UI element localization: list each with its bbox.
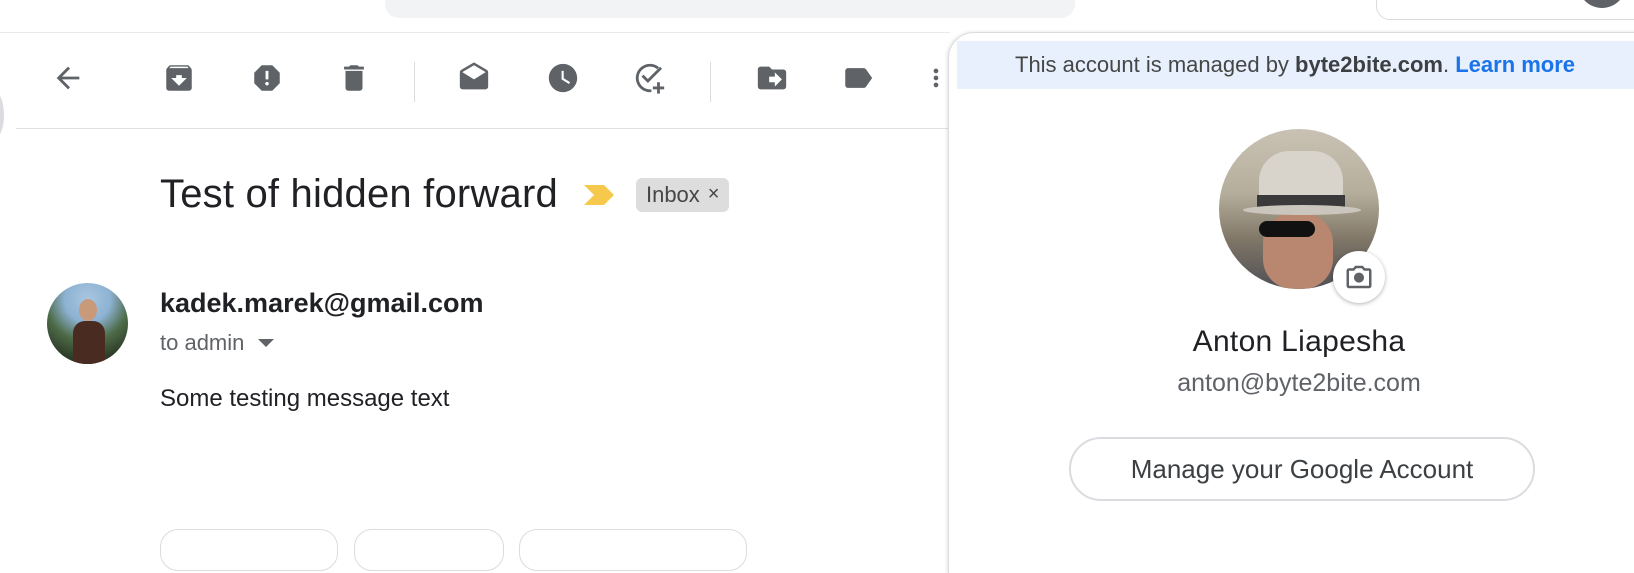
- banner-prefix: This account is managed by: [1015, 52, 1296, 77]
- account-popup: This account is managed by byte2bite.com…: [948, 32, 1634, 573]
- snooze-icon: [548, 63, 578, 93]
- more-button[interactable]: [922, 56, 950, 100]
- message-toolbar: [0, 52, 950, 112]
- move-to-button[interactable]: [750, 56, 794, 100]
- banner-domain: byte2bite.com: [1295, 52, 1443, 77]
- label-chip-inbox: Inbox ×: [635, 177, 730, 212]
- header-divider: [0, 32, 950, 33]
- email-subject: Test of hidden forward: [160, 172, 558, 216]
- label-icon: [845, 68, 873, 88]
- label-chip-text: Inbox: [645, 181, 700, 207]
- managed-account-banner: This account is managed by byte2bite.com…: [957, 41, 1634, 89]
- move-to-icon: [757, 66, 787, 90]
- mark-unread-button[interactable]: [452, 56, 496, 100]
- toolbar-separator: [710, 62, 711, 102]
- avatar-hat-brim-shape: [1243, 205, 1361, 215]
- chevron-down-icon[interactable]: [258, 339, 275, 347]
- back-button[interactable]: [46, 56, 90, 100]
- report-spam-icon: [254, 65, 280, 91]
- forward-button[interactable]: [519, 529, 747, 571]
- remove-label-icon[interactable]: ×: [708, 183, 720, 206]
- add-to-tasks-button[interactable]: [628, 56, 672, 100]
- recipients-line[interactable]: to admin: [160, 330, 275, 356]
- sender-email[interactable]: kadek.marek@gmail.com: [160, 288, 484, 319]
- learn-more-link[interactable]: Learn more: [1455, 52, 1575, 78]
- search-bar[interactable]: [385, 0, 1075, 18]
- add-to-tasks-icon: [635, 63, 665, 94]
- mark-unread-icon: [459, 62, 489, 90]
- sender-avatar[interactable]: [47, 283, 128, 364]
- snooze-button[interactable]: [541, 56, 585, 100]
- delete-button[interactable]: [332, 56, 376, 100]
- change-photo-button[interactable]: [1333, 251, 1385, 303]
- toolbar-divider: [16, 128, 950, 129]
- banner-suffix: .: [1442, 52, 1456, 77]
- reply-all-button[interactable]: [354, 529, 504, 571]
- avatar-glasses-shape: [1259, 221, 1315, 237]
- toolbar-separator: [414, 62, 415, 102]
- delete-icon: [344, 65, 364, 91]
- account-email: anton@byte2bite.com: [1177, 369, 1421, 397]
- archive-button[interactable]: [157, 56, 201, 100]
- back-arrow-icon: [56, 66, 80, 90]
- email-body: Some testing message text: [160, 385, 450, 412]
- reply-button[interactable]: [160, 529, 338, 571]
- manage-account-button[interactable]: Manage your Google Account: [1069, 437, 1535, 501]
- archive-icon: [166, 65, 192, 91]
- importance-marker-icon[interactable]: [582, 183, 616, 207]
- more-vert-icon: [933, 68, 939, 88]
- label-button[interactable]: [836, 56, 880, 100]
- avatar-head-shape: [79, 299, 97, 321]
- report-spam-button[interactable]: [245, 56, 289, 100]
- account-name: Anton Liapesha: [1192, 325, 1406, 358]
- recipients-text: to admin: [160, 330, 245, 355]
- subject-row: Test of hidden forward Inbox ×: [160, 172, 730, 217]
- avatar-body-shape: [73, 321, 105, 364]
- camera-icon: [1346, 265, 1372, 289]
